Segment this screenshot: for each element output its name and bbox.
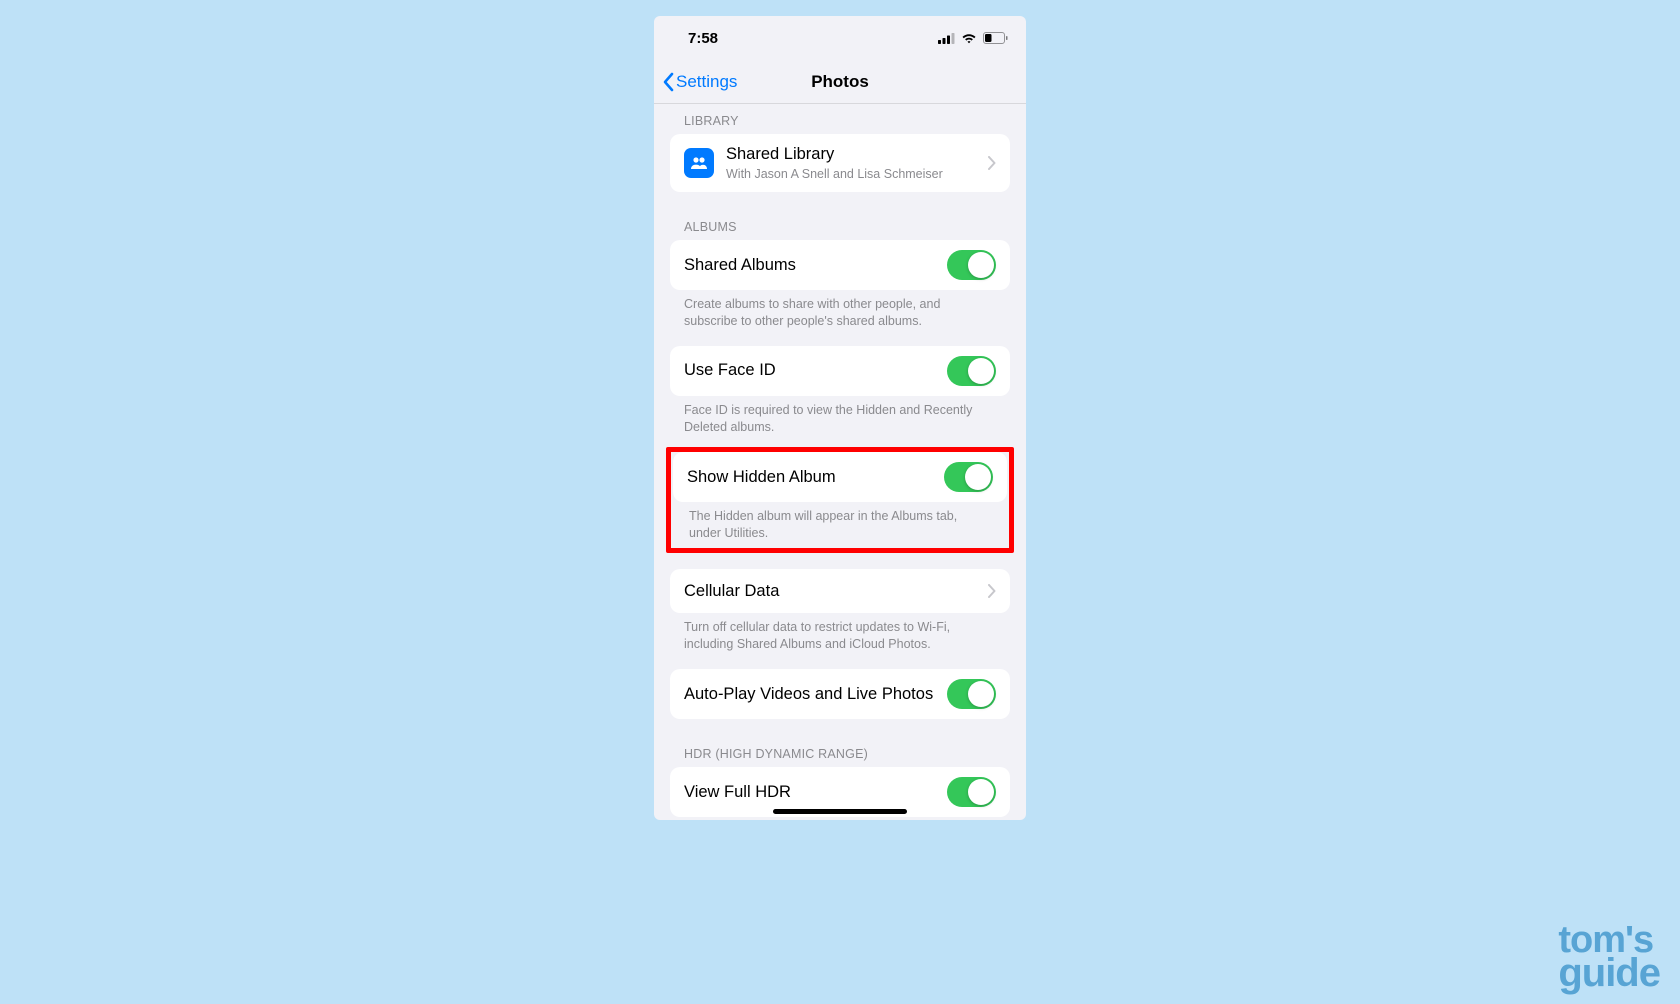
status-time: 7:58 [688,30,718,47]
cellular-data-footer: Turn off cellular data to restrict updat… [654,613,1026,653]
shared-library-row[interactable]: Shared Library With Jason A Snell and Li… [670,134,1010,192]
cellular-group: Cellular Data [670,569,1010,613]
section-header-albums: ALBUMS [654,192,1026,240]
battery-icon [983,32,1008,44]
view-full-hdr-toggle[interactable] [947,777,996,807]
section-header-hdr: HDR (HIGH DYNAMIC RANGE) [654,719,1026,767]
show-hidden-group: Show Hidden Album [673,452,1007,502]
shared-albums-footer: Create albums to share with other people… [654,290,1026,330]
phone-screenshot: 7:58 Settings Photos LIBRARY Shared Libr… [654,16,1026,820]
use-face-id-toggle[interactable] [947,356,996,386]
shared-albums-group: Shared Albums [670,240,1010,290]
shared-library-title: Shared Library [726,144,984,165]
shared-albums-row[interactable]: Shared Albums [670,240,1010,290]
use-face-id-row[interactable]: Use Face ID [670,346,1010,396]
home-indicator [773,809,907,814]
autoplay-row[interactable]: Auto-Play Videos and Live Photos [670,669,1010,719]
use-face-id-title: Use Face ID [684,360,947,381]
shared-albums-toggle[interactable] [947,250,996,280]
use-face-id-footer: Face ID is required to view the Hidden a… [654,396,1026,436]
status-icons [938,32,1008,44]
chevron-left-icon [662,72,674,92]
face-id-group: Use Face ID [670,346,1010,396]
nav-bar: Settings Photos [654,60,1026,104]
show-hidden-album-row[interactable]: Show Hidden Album [673,452,1007,502]
chevron-right-icon [988,156,996,170]
cellular-data-title: Cellular Data [684,581,984,602]
cellular-data-row[interactable]: Cellular Data [670,569,1010,613]
view-full-hdr-footer: Automatically adjust the display to show… [654,817,1026,820]
shared-library-subtitle: With Jason A Snell and Lisa Schmeiser [726,166,984,182]
back-button[interactable]: Settings [662,72,737,92]
watermark-line2: guide [1558,956,1660,990]
chevron-right-icon [988,584,996,598]
show-hidden-album-footer: The Hidden album will appear in the Albu… [671,502,1009,548]
settings-content: LIBRARY Shared Library With Jason A Snel… [654,104,1026,820]
shared-library-icon [684,148,714,178]
watermark: tom's guide [1558,924,1660,990]
wifi-icon [961,32,977,44]
section-header-library: LIBRARY [654,104,1026,134]
show-hidden-album-title: Show Hidden Album [687,467,944,488]
autoplay-toggle[interactable] [947,679,996,709]
view-full-hdr-title: View Full HDR [684,782,947,803]
back-label: Settings [676,72,737,92]
show-hidden-album-toggle[interactable] [944,462,993,492]
highlight-box: Show Hidden Album The Hidden album will … [666,447,1014,553]
status-bar: 7:58 [654,16,1026,60]
autoplay-title: Auto-Play Videos and Live Photos [684,684,947,705]
shared-albums-title: Shared Albums [684,255,947,276]
autoplay-group: Auto-Play Videos and Live Photos [670,669,1010,719]
library-group: Shared Library With Jason A Snell and Li… [670,134,1010,192]
cellular-icon [938,33,955,44]
